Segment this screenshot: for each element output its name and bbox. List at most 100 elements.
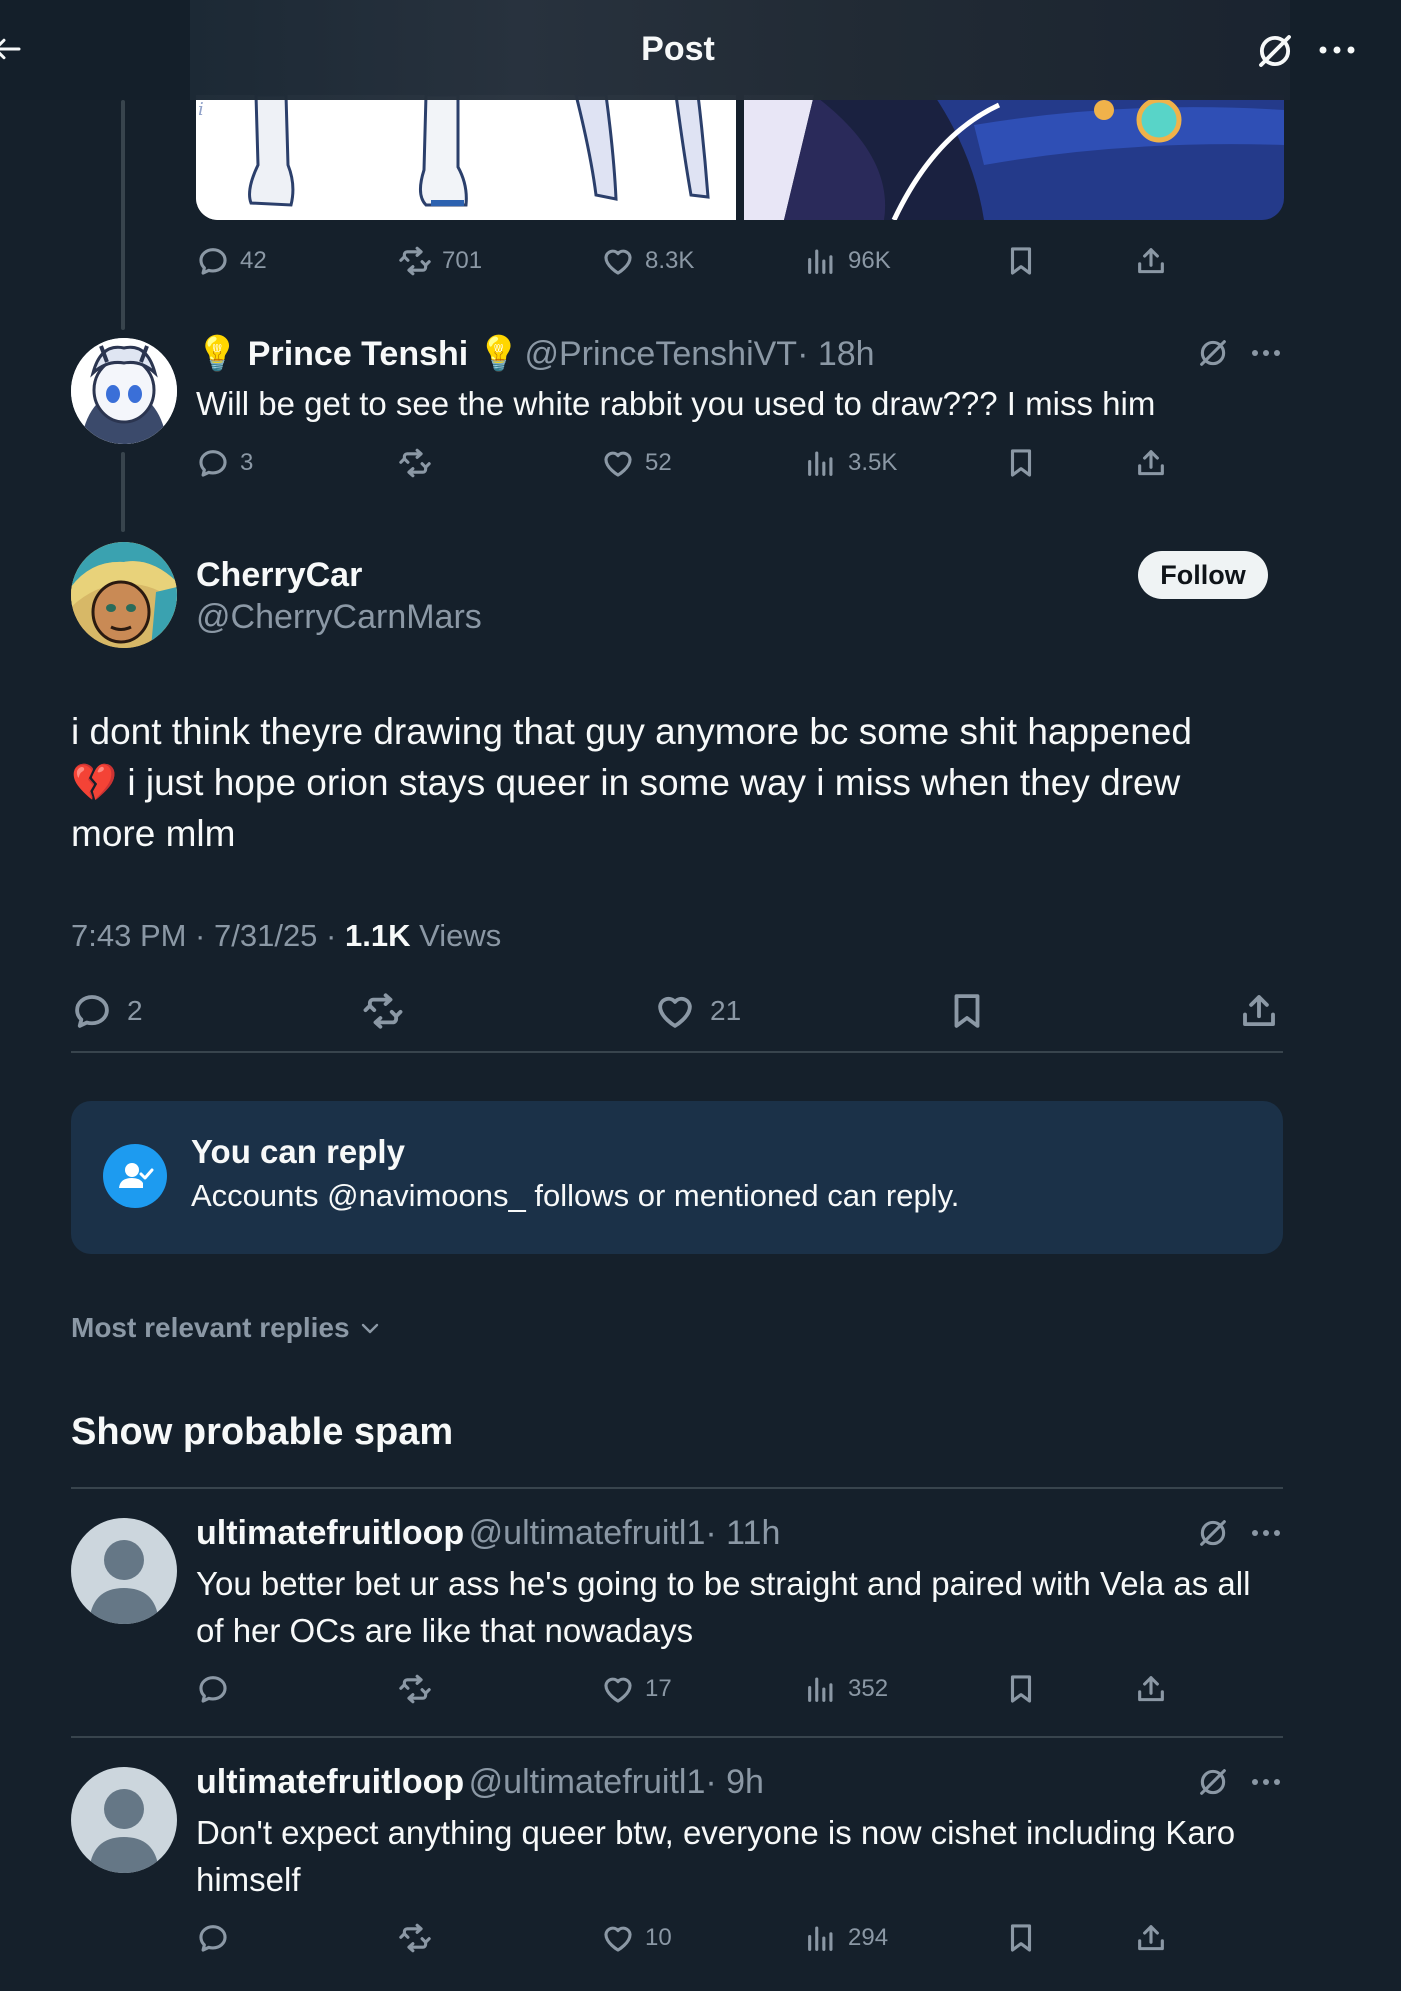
timestamp[interactable]: · 9h — [705, 1763, 764, 1801]
username[interactable]: @PrinceTenshiVT — [524, 335, 797, 373]
like-action[interactable]: 8.3K — [601, 244, 694, 278]
bookmark-icon[interactable] — [946, 990, 988, 1032]
post-text: i dont think theyre drawing that guy any… — [71, 706, 1311, 859]
divider — [71, 1051, 1283, 1053]
reply-action[interactable] — [196, 1921, 230, 1955]
views-icon — [804, 1672, 838, 1706]
views-action[interactable]: 3.5K — [804, 446, 897, 480]
views-count: 3.5K — [848, 449, 898, 476]
thread-line — [121, 452, 125, 532]
default-avatar-icon[interactable] — [71, 1767, 177, 1873]
like-action[interactable]: 17 — [601, 1672, 672, 1706]
views-action[interactable]: 96K — [804, 244, 891, 278]
like-action[interactable]: 21 — [654, 990, 741, 1032]
post-image-right[interactable] — [744, 95, 1284, 220]
user-check-icon — [103, 1144, 167, 1208]
reply-text-line: You better bet ur ass he's going to be s… — [196, 1565, 1251, 1602]
chevron-down-icon — [361, 1323, 378, 1334]
more-options-icon[interactable] — [1250, 1526, 1282, 1540]
thread-line — [121, 100, 125, 330]
reply-header: 💡 Prince Tenshi 💡 @PrinceTenshiVT· 18h — [196, 334, 875, 374]
heart-icon — [601, 1921, 635, 1955]
views-icon — [804, 244, 838, 278]
svg-text:i: i — [198, 99, 204, 120]
username[interactable]: @ultimatefruitl1 — [469, 1763, 706, 1801]
share-icon[interactable] — [1134, 1672, 1168, 1706]
like-count: 10 — [645, 1924, 672, 1951]
username[interactable]: @ultimatefruitl1 — [469, 1514, 706, 1552]
repost-icon — [398, 1921, 432, 1955]
repost-count: 701 — [442, 247, 483, 274]
views-count: 294 — [848, 1924, 889, 1951]
reply-action[interactable]: 42 — [196, 244, 267, 278]
display-name[interactable]: ultimatefruitloop — [196, 1763, 464, 1801]
share-icon[interactable] — [1134, 1921, 1168, 1955]
sort-label: Most relevant replies — [71, 1312, 350, 1343]
share-icon[interactable] — [1134, 244, 1168, 278]
views-label: Views — [410, 918, 502, 953]
reply-count: 2 — [127, 995, 143, 1026]
reply-notice-subtitle: Accounts @navimoons_ follows or mentione… — [191, 1178, 960, 1213]
views-icon — [804, 1921, 838, 1955]
post-text-line: more mlm — [71, 813, 236, 854]
bookmark-icon[interactable] — [1004, 446, 1038, 480]
default-avatar-icon[interactable] — [71, 1518, 177, 1624]
post-timestamp[interactable]: 7:43 PM · 7/31/25 · — [71, 918, 345, 953]
reply-action[interactable] — [196, 1672, 230, 1706]
share-icon[interactable] — [1238, 990, 1280, 1032]
views-icon — [804, 446, 838, 480]
grok-icon[interactable] — [1196, 336, 1230, 370]
reply-notice-title: You can reply — [191, 1133, 405, 1170]
like-action[interactable]: 52 — [601, 446, 672, 480]
heart-icon — [601, 244, 635, 278]
repost-action[interactable]: 701 — [398, 244, 482, 278]
reply-action[interactable]: 3 — [196, 446, 253, 480]
reply-count: 3 — [240, 449, 254, 476]
bookmark-icon[interactable] — [1004, 1921, 1038, 1955]
avatar[interactable] — [71, 338, 177, 444]
username[interactable]: @CherryCarnMars — [196, 598, 482, 637]
avatar[interactable] — [71, 542, 177, 648]
reply-action[interactable]: 2 — [71, 990, 143, 1032]
top-bar: Post — [0, 0, 1401, 100]
more-options-icon[interactable] — [1250, 1775, 1282, 1789]
repost-action[interactable] — [398, 1921, 432, 1955]
show-probable-spam-button[interactable]: Show probable spam — [71, 1411, 453, 1454]
heart-icon — [601, 1672, 635, 1706]
grok-icon[interactable] — [1254, 30, 1296, 72]
divider — [71, 1736, 1283, 1738]
reply-text: You better bet ur ass he's going to be s… — [196, 1560, 1250, 1654]
bookmark-icon[interactable] — [1004, 244, 1038, 278]
follow-button[interactable]: Follow — [1138, 551, 1268, 599]
display-name[interactable]: ultimatefruitloop — [196, 1514, 464, 1552]
share-icon[interactable] — [1134, 446, 1168, 480]
views-action[interactable]: 294 — [804, 1921, 888, 1955]
sort-replies-dropdown[interactable]: Most relevant replies — [71, 1312, 382, 1344]
like-action[interactable]: 10 — [601, 1921, 672, 1955]
grok-icon[interactable] — [1196, 1765, 1230, 1799]
like-count: 17 — [645, 1675, 672, 1702]
reply-text: Will be get to see the white rabbit you … — [196, 385, 1156, 422]
views-count: 96K — [848, 247, 891, 274]
views-action[interactable]: 352 — [804, 1672, 888, 1706]
divider — [71, 1487, 1283, 1489]
like-count: 52 — [645, 449, 672, 476]
reply-text-line: of her OCs are like that nowadays — [196, 1612, 694, 1649]
repost-action[interactable] — [398, 1672, 432, 1706]
timestamp[interactable]: · 11h — [705, 1514, 780, 1552]
grok-icon[interactable] — [1196, 1516, 1230, 1550]
post-text-line: i dont think theyre drawing that guy any… — [71, 711, 1192, 752]
display-name[interactable]: 💡 Prince Tenshi 💡 — [196, 335, 520, 373]
post-image-left[interactable]: i — [196, 95, 736, 220]
repost-icon[interactable] — [362, 990, 404, 1032]
timestamp[interactable]: · 18h — [797, 335, 875, 373]
more-options-icon[interactable] — [1316, 38, 1358, 62]
repost-action[interactable] — [398, 446, 432, 480]
more-options-icon[interactable] — [1250, 346, 1282, 360]
display-name[interactable]: CherryCar — [196, 556, 362, 595]
reply-count: 42 — [240, 247, 267, 274]
reply-icon — [196, 1672, 230, 1706]
bookmark-icon[interactable] — [1004, 1672, 1038, 1706]
like-count: 21 — [710, 995, 742, 1026]
page-title: Post — [641, 30, 715, 68]
